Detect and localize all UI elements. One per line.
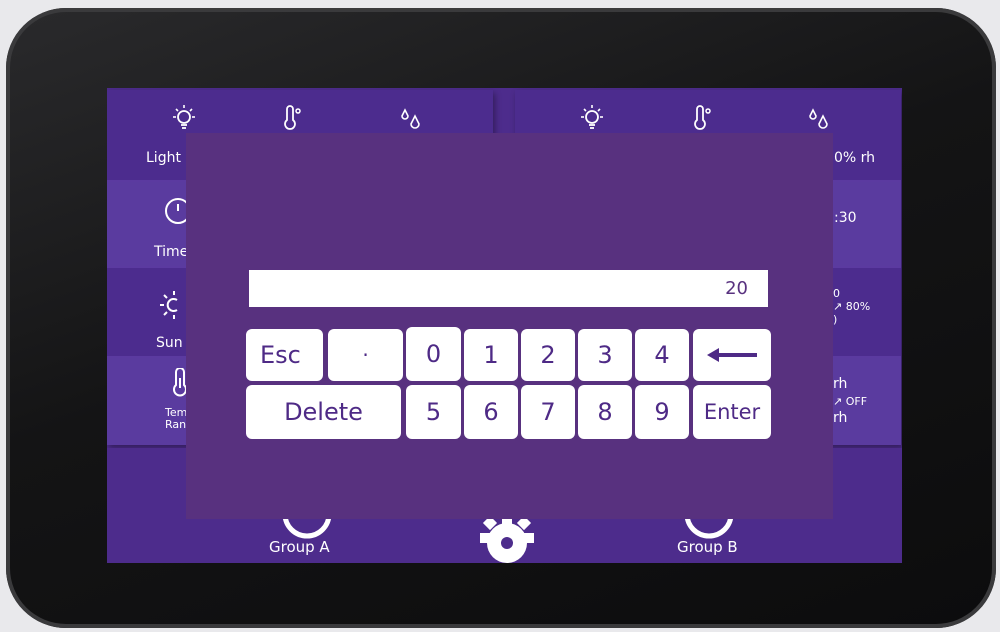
- panel-right-humidity-value: 0% rh: [834, 150, 876, 166]
- panel-right-sun-line1: 0: [833, 287, 840, 300]
- dot-key[interactable]: ·: [328, 329, 403, 381]
- humidity-drops-icon: [401, 108, 420, 129]
- group-a-label[interactable]: Group A: [269, 538, 330, 556]
- digit-0-key[interactable]: 0: [406, 327, 461, 381]
- panel-left-sun-label: Sun: [156, 335, 183, 351]
- digit-2-key[interactable]: 2: [521, 329, 575, 381]
- digit-5-key[interactable]: 5: [406, 385, 461, 439]
- digit-1-key[interactable]: 1: [464, 329, 518, 381]
- digit-8-key[interactable]: 8: [578, 385, 632, 439]
- group-b-label[interactable]: Group B: [677, 538, 738, 556]
- panel-right-hum-line1: rh: [833, 376, 848, 392]
- sun-icon: [160, 291, 178, 319]
- panel-right-hum-line2: ↗ OFF: [833, 395, 868, 408]
- panel-left-temp-range-line2: Ran: [165, 418, 187, 431]
- enter-key[interactable]: Enter: [693, 385, 771, 439]
- panel-right-hum-line3: rh: [833, 410, 848, 426]
- digit-4-key[interactable]: 4: [635, 329, 689, 381]
- panel-left-light-label: Light: [146, 150, 181, 166]
- arrow-left-icon: [707, 348, 757, 362]
- light-bulb-icon: [581, 105, 603, 129]
- digit-9-key[interactable]: 9: [635, 385, 689, 439]
- numeric-keypad-dialog: 20 Esc · 0 1 2 3 4 Delete 5 6 7 8 9 Ente…: [186, 133, 833, 519]
- humidity-drops-icon: [809, 108, 828, 129]
- digit-6-key[interactable]: 6: [464, 385, 518, 439]
- digit-7-key[interactable]: 7: [521, 385, 575, 439]
- light-bulb-icon: [173, 105, 195, 129]
- panel-right-time-value: :30: [834, 210, 857, 226]
- backspace-key[interactable]: [693, 329, 771, 381]
- esc-key[interactable]: Esc: [246, 329, 323, 381]
- panel-right-sun-line2: ↗ 80%: [833, 300, 871, 313]
- thermometer-icon: [284, 105, 301, 130]
- delete-key[interactable]: Delete: [246, 385, 401, 439]
- value-input[interactable]: 20: [249, 270, 768, 307]
- panel-right-sun-line3: ): [833, 313, 838, 326]
- panel-left-time-label: Time: [154, 244, 189, 260]
- thermometer-icon: [694, 105, 711, 130]
- digit-3-key[interactable]: 3: [578, 329, 632, 381]
